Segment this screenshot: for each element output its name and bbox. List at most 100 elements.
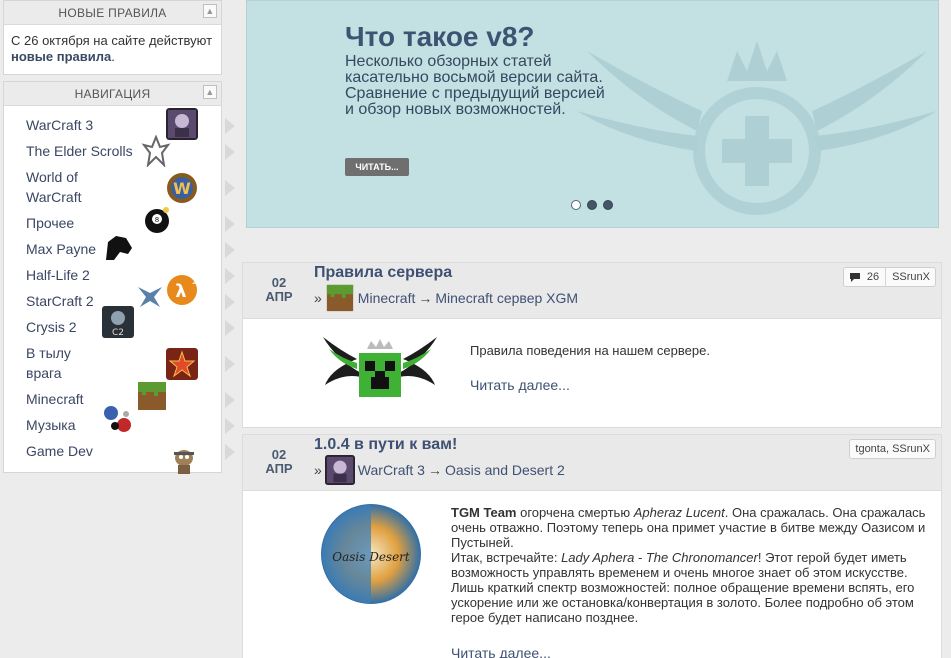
featured-slider: Что такое v8? Несколько обзорных статей … bbox=[246, 0, 939, 228]
category-link[interactable]: Minecraft bbox=[358, 290, 416, 306]
post-meta: 26 SSrunX bbox=[842, 267, 936, 287]
slide-title: Что такое v8? bbox=[345, 21, 535, 52]
sidebar-item-warcraft3[interactable]: WarCraft 3 bbox=[4, 108, 235, 140]
rules-box: НОВЫЕ ПРАВИЛА ▲ С 26 октября на сайте де… bbox=[3, 0, 222, 75]
arrow-right-icon bbox=[225, 356, 235, 372]
slider-dot-2[interactable] bbox=[587, 200, 597, 210]
read-button[interactable]: ЧИТАТЬ... bbox=[345, 158, 409, 176]
warcraft3-icon bbox=[324, 455, 355, 485]
wow-icon: W bbox=[167, 173, 197, 203]
sidebar-item-crysis-2[interactable]: Crysis 2 C2 bbox=[4, 306, 235, 340]
meta-divider bbox=[885, 268, 887, 286]
gamedev-mascot-icon bbox=[174, 450, 194, 474]
sidebar-item-label: Half-Life 2 bbox=[26, 267, 90, 283]
sidebar-item-label: В тылу врага bbox=[26, 345, 71, 381]
arrow-right-icon bbox=[225, 294, 235, 310]
arrow-right-icon bbox=[225, 418, 235, 434]
post-title[interactable]: Правила сервера bbox=[314, 264, 452, 282]
post-day: 02 bbox=[271, 275, 287, 290]
post-month: АПР bbox=[265, 461, 293, 476]
read-more-link[interactable]: Читать далее... bbox=[470, 377, 570, 393]
breadcrumb-arrow: → bbox=[418, 290, 433, 306]
minecraft-server-logo bbox=[323, 337, 437, 397]
crysis-icon: C2 bbox=[102, 306, 134, 338]
excerpt-part: огорчена смертью bbox=[516, 505, 634, 520]
post-header: 02 АПР 1.0.4 в пути к вам! » WarCraft 3 … bbox=[243, 435, 941, 491]
music-icon bbox=[104, 406, 131, 432]
svg-text:W: W bbox=[173, 179, 191, 198]
post-category: » Minecraft → Minecraft сервер XGM bbox=[314, 283, 578, 313]
post-author[interactable]: tgonta, SSrunX bbox=[855, 440, 930, 458]
rules-text: С 26 октября на сайте действуют новые пр… bbox=[4, 25, 221, 74]
post-date: 02 АПР bbox=[259, 276, 299, 304]
skyrim-icon bbox=[141, 135, 171, 167]
sidebar-item-label: World of WarCraft bbox=[26, 169, 82, 205]
breadcrumb-prefix: » bbox=[314, 290, 322, 306]
post-header: 02 АПР Правила сервера » Minecraft → Min… bbox=[243, 263, 941, 319]
half-life-icon: λ2 bbox=[167, 275, 197, 305]
post-card: 02 АПР 1.0.4 в пути к вам! » WarCraft 3 … bbox=[242, 434, 942, 658]
read-more-link[interactable]: Читать далее... bbox=[451, 645, 551, 658]
logo-text: Oasis Desert bbox=[332, 550, 410, 564]
slider-pagination bbox=[571, 200, 613, 210]
arrow-right-icon bbox=[225, 392, 235, 408]
post-author[interactable]: SSrunX bbox=[892, 268, 930, 286]
hero-name: Apheraz Lucent bbox=[633, 505, 725, 520]
rules-link[interactable]: новые правила bbox=[11, 49, 111, 64]
rules-box-title: НОВЫЕ ПРАВИЛА bbox=[58, 6, 167, 20]
excerpt-part: Итак, встречайте: bbox=[451, 550, 562, 565]
svg-text:C2: C2 bbox=[112, 328, 124, 338]
sidebar-item-label: Max Payne bbox=[26, 241, 97, 257]
arrow-right-icon bbox=[225, 320, 235, 336]
comment-icon bbox=[849, 272, 860, 282]
arrow-right-icon bbox=[225, 242, 235, 258]
team-name: TGM Team bbox=[451, 505, 517, 520]
arrow-right-icon bbox=[225, 444, 235, 460]
navigation-list: WarCraft 3 The Elder Scrolls World of Wa… bbox=[4, 106, 235, 474]
post-month: АПР bbox=[265, 289, 293, 304]
navigation-box-title: НАВИГАЦИЯ bbox=[74, 87, 151, 101]
sidebar-item-game-dev[interactable]: Game Dev bbox=[4, 438, 235, 474]
svg-text:2: 2 bbox=[192, 277, 197, 286]
sidebar-item-elder-scrolls[interactable]: The Elder Scrolls bbox=[4, 135, 235, 167]
sidebar-item-behind-enemy-lines[interactable]: В тылу врага bbox=[4, 340, 235, 386]
sidebar-item-max-payne[interactable]: Max Payne bbox=[4, 232, 235, 264]
category-link[interactable]: WarCraft 3 bbox=[358, 462, 425, 478]
post-excerpt: Правила поведения на нашем сервере. bbox=[470, 343, 710, 358]
slider-dot-3[interactable] bbox=[603, 200, 613, 210]
rules-text-before: С 26 октября на сайте действуют bbox=[11, 33, 213, 48]
sidebar-item-label: Crysis 2 bbox=[26, 319, 77, 335]
subcategory-link[interactable]: Minecraft сервер XGM bbox=[435, 290, 578, 306]
comment-count[interactable]: 26 bbox=[867, 268, 879, 286]
sidebar-item-label: The Elder Scrolls bbox=[26, 143, 133, 159]
slide-text: Несколько обзорных статей касательно вос… bbox=[345, 53, 605, 118]
collapse-icon[interactable]: ▲ bbox=[203, 4, 217, 18]
svg-text:8: 8 bbox=[155, 216, 159, 224]
sidebar-item-music[interactable]: Музыка bbox=[4, 406, 235, 438]
post-title[interactable]: 1.0.4 в пути к вам! bbox=[314, 436, 457, 454]
sidebar-item-label: WarCraft 3 bbox=[26, 117, 94, 133]
post-category: » WarCraft 3 → Oasis and Desert 2 bbox=[314, 455, 565, 485]
minecraft-block-icon bbox=[138, 382, 166, 410]
minecraft-block-icon bbox=[326, 284, 353, 312]
slider-dot-1[interactable] bbox=[571, 200, 581, 210]
post-date: 02 АПР bbox=[259, 448, 299, 476]
sidebar-item-label: Прочее bbox=[26, 215, 75, 231]
oasis-desert-logo: Oasis Desert bbox=[321, 504, 421, 604]
sidebar-item-label: Game Dev bbox=[26, 443, 93, 459]
breadcrumb-arrow: → bbox=[427, 462, 442, 478]
svg-text:λ: λ bbox=[175, 281, 186, 302]
arrow-right-icon bbox=[225, 268, 235, 284]
eight-ball-icon: 8 bbox=[145, 207, 169, 233]
navigation-box: НАВИГАЦИЯ ▲ WarCraft 3 The Elder Scrolls… bbox=[3, 81, 235, 474]
post-day: 02 bbox=[271, 447, 287, 462]
starcraft-icon bbox=[138, 287, 162, 307]
collapse-icon[interactable]: ▲ bbox=[203, 85, 217, 99]
sidebar: НОВЫЕ ПРАВИЛА ▲ С 26 октября на сайте де… bbox=[3, 0, 235, 474]
navigation-box-header: НАВИГАЦИЯ ▲ bbox=[4, 82, 221, 106]
xgm-watermark-icon bbox=[577, 41, 937, 215]
sidebar-item-wow[interactable]: World of WarCraft W bbox=[4, 164, 235, 210]
arrow-right-icon bbox=[225, 216, 235, 232]
hero-name: Lady Aphera - The Chronomancer bbox=[561, 550, 758, 565]
subcategory-link[interactable]: Oasis and Desert 2 bbox=[445, 462, 565, 478]
